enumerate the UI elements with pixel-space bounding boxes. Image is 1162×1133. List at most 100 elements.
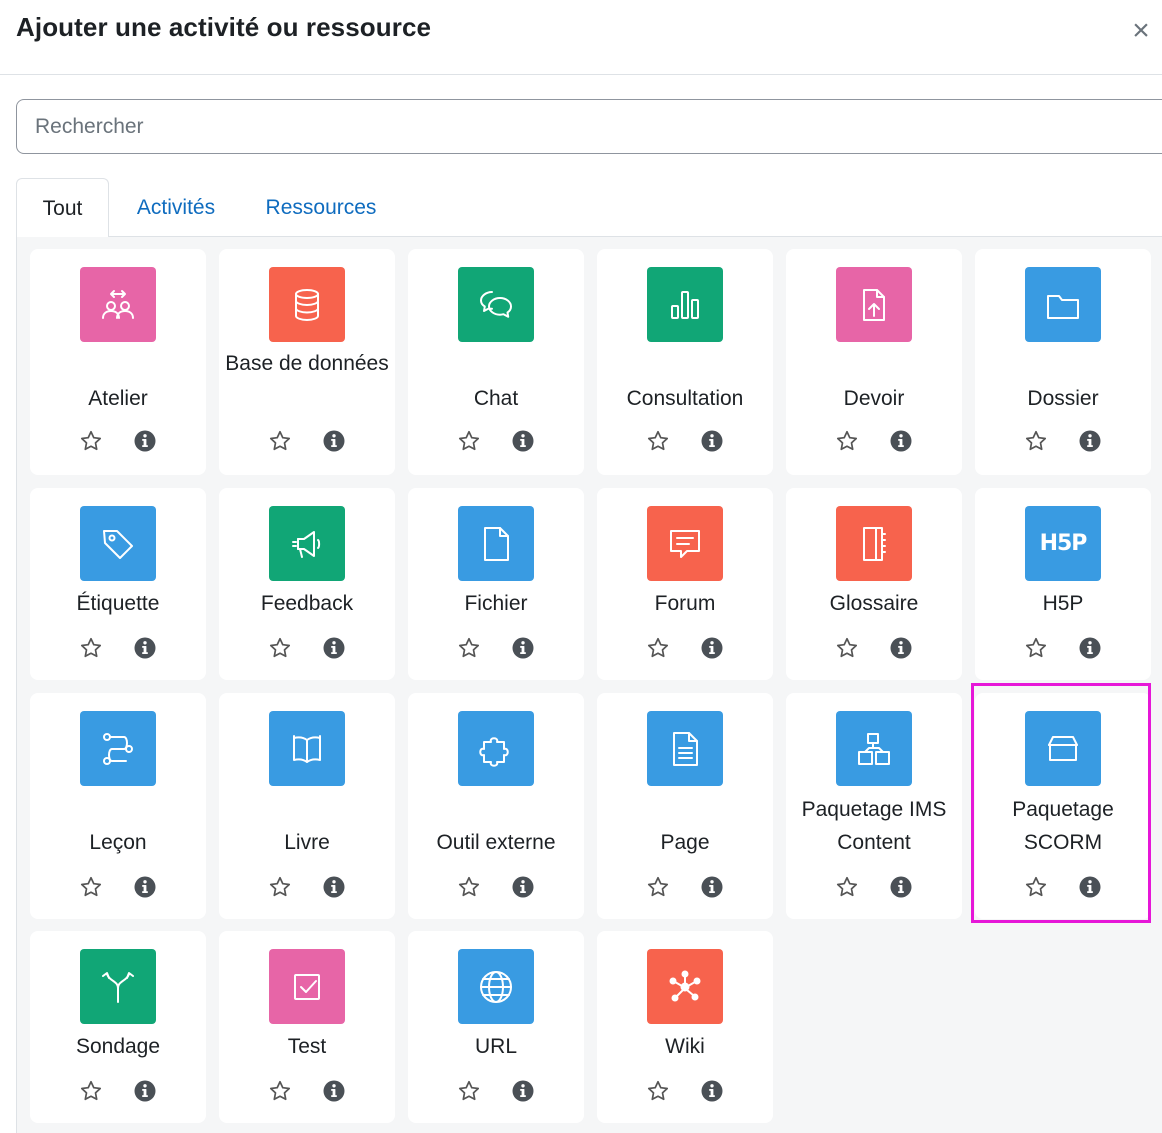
info-icon[interactable] xyxy=(321,635,347,661)
star-icon[interactable] xyxy=(267,635,293,661)
info-icon[interactable] xyxy=(321,874,347,900)
star-icon[interactable] xyxy=(834,428,860,454)
activity-card-feedback[interactable]: Feedback xyxy=(219,488,395,680)
star-icon[interactable] xyxy=(78,428,104,454)
tab-activites[interactable]: Activités xyxy=(120,178,232,238)
star-icon[interactable] xyxy=(1023,428,1049,454)
activity-label: Page xyxy=(660,831,710,854)
activity-label: Paquetage SCORM xyxy=(1012,798,1114,854)
file-upload-icon xyxy=(836,267,912,342)
workshop-icon xyxy=(80,267,156,342)
tab-bar: Tout Activités Ressources xyxy=(16,178,1162,238)
bar-chart-icon xyxy=(647,267,723,342)
activity-label: Leçon xyxy=(89,831,147,854)
activity-label: Étiquette xyxy=(76,592,160,615)
star-icon[interactable] xyxy=(645,1078,671,1104)
globe-icon xyxy=(458,949,534,1024)
tab-ressources[interactable]: Ressources xyxy=(256,178,386,238)
star-icon[interactable] xyxy=(456,874,482,900)
activity-card-glossaire[interactable]: Glossaire xyxy=(786,488,962,680)
activity-card-wiki[interactable]: Wiki xyxy=(597,931,773,1123)
activity-card-paquetage-scorm[interactable]: Paquetage SCORM xyxy=(975,693,1151,919)
star-icon[interactable] xyxy=(456,428,482,454)
star-icon[interactable] xyxy=(645,635,671,661)
activity-card-dossier[interactable]: Dossier xyxy=(975,249,1151,475)
modal-title: Ajouter une activité ou ressource xyxy=(16,12,432,42)
activity-card-devoir[interactable]: Devoir xyxy=(786,249,962,475)
star-icon[interactable] xyxy=(834,635,860,661)
star-icon[interactable] xyxy=(1023,635,1049,661)
h5p-icon: H5P xyxy=(1025,506,1101,581)
info-icon[interactable] xyxy=(132,635,158,661)
activity-card-lecon[interactable]: Leçon xyxy=(30,693,206,919)
activity-card-base-de-donnees[interactable]: Base de données xyxy=(219,249,395,475)
activity-card-test[interactable]: Test xyxy=(219,931,395,1123)
wiki-icon xyxy=(647,949,723,1024)
info-icon[interactable] xyxy=(510,1078,536,1104)
activity-card-etiquette[interactable]: Étiquette xyxy=(30,488,206,680)
activity-card-page[interactable]: Page xyxy=(597,693,773,919)
activity-card-url[interactable]: URL xyxy=(408,931,584,1123)
star-icon[interactable] xyxy=(78,635,104,661)
info-icon[interactable] xyxy=(510,428,536,454)
star-icon[interactable] xyxy=(1023,874,1049,900)
info-icon[interactable] xyxy=(132,428,158,454)
activity-card-livre[interactable]: Livre xyxy=(219,693,395,919)
star-icon[interactable] xyxy=(456,635,482,661)
activity-label: Test xyxy=(287,1035,327,1058)
info-icon[interactable] xyxy=(699,874,725,900)
info-icon[interactable] xyxy=(510,635,536,661)
info-icon[interactable] xyxy=(1077,874,1103,900)
folder-icon xyxy=(1025,267,1101,342)
star-icon[interactable] xyxy=(267,874,293,900)
info-icon[interactable] xyxy=(132,1078,158,1104)
activity-label: Fichier xyxy=(464,592,528,615)
activity-label: Wiki xyxy=(665,1035,705,1058)
activity-card-paquetage-ims-content[interactable]: Paquetage IMS Content xyxy=(786,693,962,919)
activity-label: Forum xyxy=(654,592,716,615)
star-icon[interactable] xyxy=(834,874,860,900)
star-icon[interactable] xyxy=(645,874,671,900)
scorm-package-icon xyxy=(1025,711,1101,786)
activity-card-forum[interactable]: Forum xyxy=(597,488,773,680)
info-icon[interactable] xyxy=(321,428,347,454)
info-icon[interactable] xyxy=(321,1078,347,1104)
info-icon[interactable] xyxy=(510,874,536,900)
activity-label: Dossier xyxy=(1027,387,1099,410)
activity-label: Chat xyxy=(473,387,519,410)
activity-card-h5p[interactable]: H5P H5P xyxy=(975,488,1151,680)
star-icon[interactable] xyxy=(267,428,293,454)
star-icon[interactable] xyxy=(456,1078,482,1104)
activity-card-chat[interactable]: Chat xyxy=(408,249,584,475)
choice-icon xyxy=(80,949,156,1024)
search-input[interactable] xyxy=(16,99,1162,154)
info-icon[interactable] xyxy=(699,1078,725,1104)
info-icon[interactable] xyxy=(1077,635,1103,661)
tab-tout[interactable]: Tout xyxy=(16,178,109,238)
info-icon[interactable] xyxy=(888,428,914,454)
activity-card-outil-externe[interactable]: Outil externe xyxy=(408,693,584,919)
activity-card-sondage[interactable]: Sondage xyxy=(30,931,206,1123)
info-icon[interactable] xyxy=(888,874,914,900)
tag-icon xyxy=(80,506,156,581)
activity-card-atelier[interactable]: Atelier xyxy=(30,249,206,475)
close-icon[interactable]: × xyxy=(1128,14,1154,48)
activity-card-fichier[interactable]: Fichier xyxy=(408,488,584,680)
info-icon[interactable] xyxy=(699,428,725,454)
info-icon[interactable] xyxy=(888,635,914,661)
h5p-logo-text: H5P xyxy=(1039,531,1088,556)
activity-card-consultation[interactable]: Consultation xyxy=(597,249,773,475)
info-icon[interactable] xyxy=(132,874,158,900)
activity-label: Atelier xyxy=(88,387,148,410)
info-icon[interactable] xyxy=(1077,428,1103,454)
star-icon[interactable] xyxy=(78,874,104,900)
star-icon[interactable] xyxy=(78,1078,104,1104)
ims-package-icon xyxy=(836,711,912,786)
file-icon xyxy=(458,506,534,581)
glossary-icon xyxy=(836,506,912,581)
star-icon[interactable] xyxy=(267,1078,293,1104)
checkbox-icon xyxy=(269,949,345,1024)
star-icon[interactable] xyxy=(645,428,671,454)
page-icon xyxy=(647,711,723,786)
info-icon[interactable] xyxy=(699,635,725,661)
